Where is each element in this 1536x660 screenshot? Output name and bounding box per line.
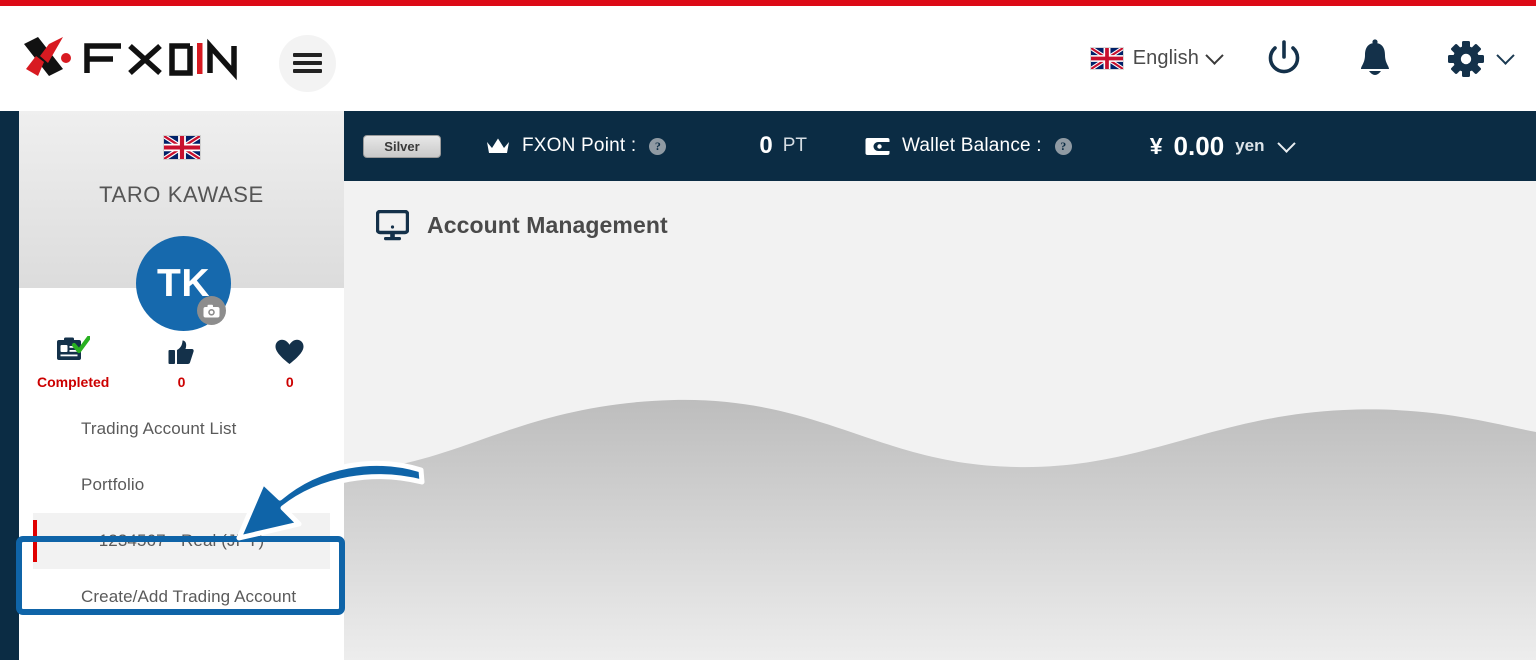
sidebar-nav: Trading Account List Portfolio 1234567 -… [19, 401, 344, 625]
wallet-currency-unit: yen [1235, 136, 1265, 155]
main-content: Account Management [344, 181, 1536, 660]
profile-stats: Completed 0 0 [19, 335, 344, 390]
sidebar-item-trading-account-list[interactable]: Trading Account List [19, 401, 344, 457]
sidebar-item-create-add-trading-account[interactable]: Create/Add Trading Account [19, 569, 344, 625]
fxon-point-label: FXON Point : [522, 135, 637, 156]
settings-menu[interactable] [1447, 40, 1515, 78]
language-label: English [1132, 47, 1199, 69]
rank-badge[interactable]: Silver [363, 134, 441, 158]
power-icon [1268, 39, 1300, 73]
notifications-button[interactable] [1355, 38, 1395, 80]
stat-favorites[interactable]: 0 [236, 335, 344, 390]
chevron-down-icon [1496, 46, 1515, 65]
sidebar: TARO KAWASE TK Completed 0 0 Trading Acc… [19, 111, 344, 660]
sidebar-item-portfolio[interactable]: Portfolio [19, 457, 344, 513]
currency-selector-chevron-icon[interactable] [1277, 133, 1297, 153]
bell-icon [1361, 38, 1389, 75]
page-header: Account Management [376, 210, 668, 241]
sidebar-item-label: Create/Add Trading Account [81, 587, 297, 606]
wallet-balance-help-icon[interactable]: ? [1054, 137, 1072, 155]
hamburger-icon-line [293, 53, 322, 57]
sidebar-subitem-account-1234567[interactable]: 1234567 - Real (JPY) [33, 513, 330, 569]
sidebar-item-label: Trading Account List [81, 419, 237, 438]
heart-icon [275, 335, 304, 365]
wallet-currency-symbol: ¥ [1149, 132, 1163, 159]
fxon-point-value: 0 [759, 132, 773, 159]
left-accent-strip [0, 111, 19, 660]
language-selector[interactable]: English [1089, 46, 1224, 70]
avatar-upload-button[interactable] [197, 296, 226, 325]
id-card-verified-icon [56, 335, 91, 365]
hamburger-menu-button[interactable] [279, 35, 336, 92]
gear-icon [1448, 40, 1484, 77]
uk-flag-icon [1089, 47, 1124, 70]
power-button[interactable] [1263, 38, 1305, 80]
page-title: Account Management [427, 212, 668, 238]
hamburger-icon-line [293, 69, 322, 73]
wallet-balance-value: 0.00 [1173, 130, 1225, 161]
top-accent-bar [0, 0, 1536, 6]
camera-icon [203, 304, 220, 317]
header-actions: English [1089, 6, 1536, 111]
wallet-balance-label: Wallet Balance : [901, 135, 1042, 156]
profile-user-name: TARO KAWASE [99, 182, 264, 207]
profile-uk-flag-icon [163, 135, 201, 160]
stat-likes[interactable]: 0 [127, 335, 235, 390]
stat-likes-label: 0 [177, 374, 186, 390]
stat-favorites-label: 0 [285, 374, 294, 390]
stat-verification[interactable]: Completed [19, 335, 127, 390]
fxon-point-group: FXON Point : ? [486, 135, 667, 157]
wallet-icon [865, 138, 890, 155]
app-header: English [0, 6, 1536, 111]
sidebar-item-label: Portfolio [81, 475, 145, 494]
wallet-balance-group: Wallet Balance : ? [865, 135, 1072, 157]
decorative-wave [344, 399, 1536, 660]
account-status-bar: Silver FXON Point : ? 0 PT Wallet Balanc… [344, 111, 1536, 181]
fxon-logo[interactable] [14, 28, 244, 86]
collapse-minus-icon[interactable] [313, 483, 331, 487]
monitor-icon [376, 210, 409, 241]
sidebar-subitem-label: 1234567 - Real (JPY) [98, 531, 265, 550]
app-root: English Account Management Silver FXON P… [0, 0, 1536, 660]
crown-icon [487, 138, 509, 153]
stat-verification-label: Completed [36, 374, 110, 390]
thumbs-up-icon [168, 335, 195, 365]
fxon-point-unit: PT [782, 135, 807, 156]
hamburger-icon-line [293, 61, 322, 65]
active-marker [33, 520, 37, 562]
fxon-point-help-icon[interactable]: ? [649, 137, 667, 155]
chevron-down-icon [1205, 46, 1224, 65]
